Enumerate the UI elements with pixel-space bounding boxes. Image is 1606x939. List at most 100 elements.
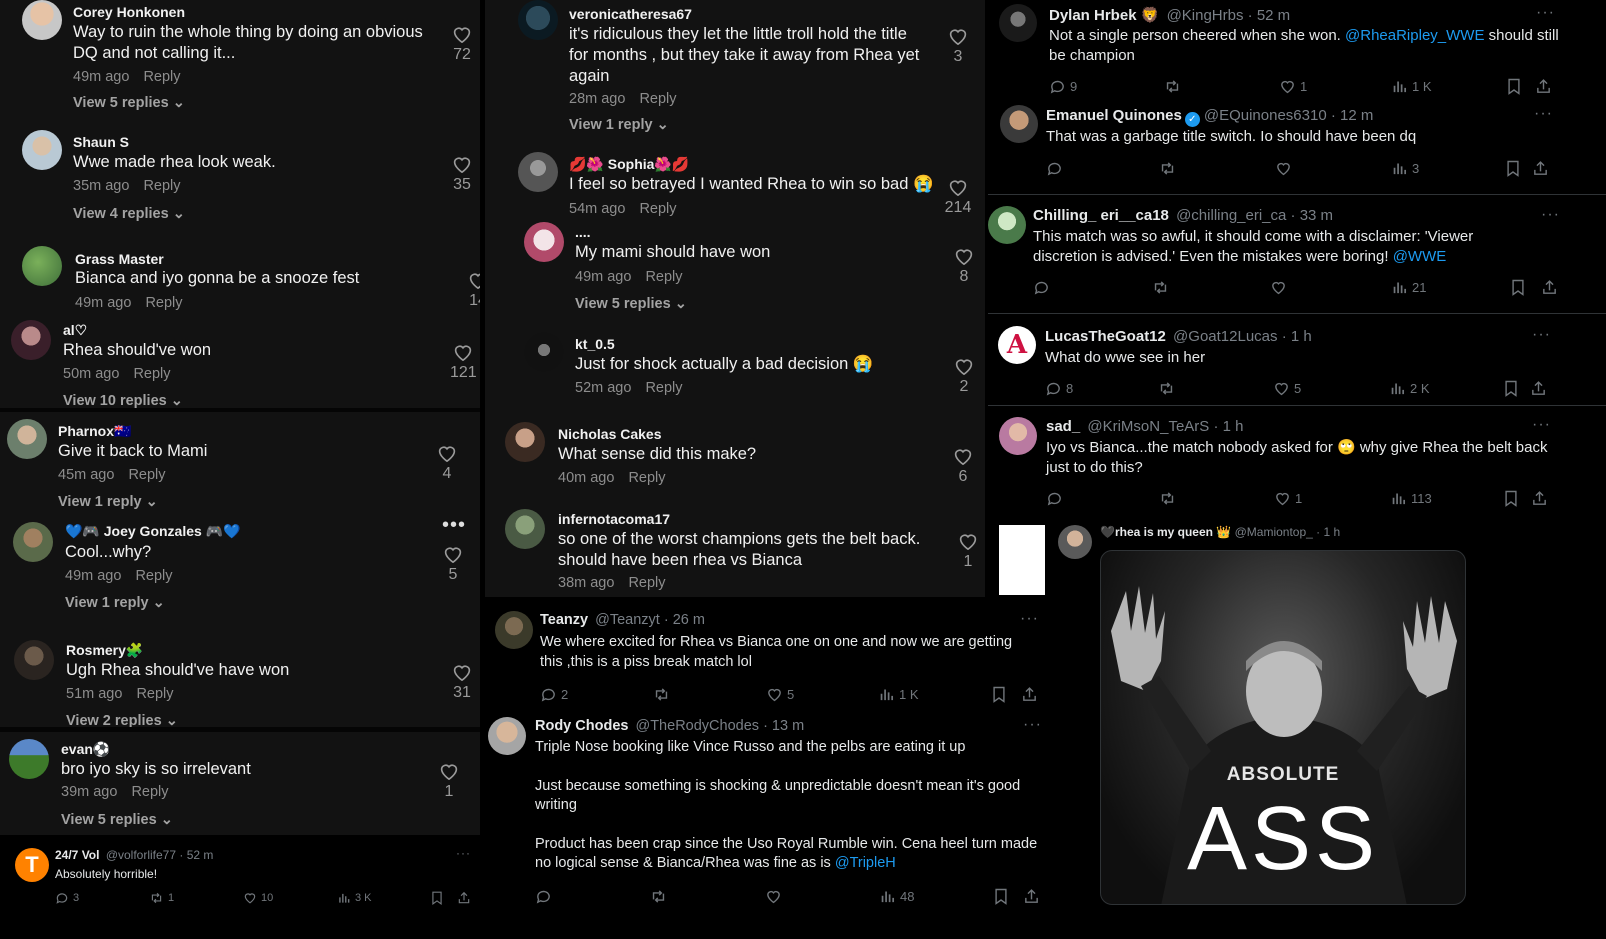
reply-link[interactable]: Reply <box>143 69 180 85</box>
retweet-button[interactable] <box>1163 78 1186 95</box>
avatar[interactable] <box>1058 525 1092 559</box>
like-button[interactable]: 31 <box>449 663 475 702</box>
avatar[interactable] <box>7 419 47 459</box>
view-replies-link[interactable]: View 1 reply ⌄ <box>58 494 158 510</box>
view-replies-link[interactable]: View 5 replies ⌄ <box>575 296 687 312</box>
avatar[interactable] <box>518 152 558 192</box>
avatar[interactable] <box>1000 105 1038 143</box>
display-name[interactable]: Chilling_ eri__ca18 <box>1033 207 1169 224</box>
reply-button[interactable] <box>1033 279 1054 296</box>
comment-author[interactable]: Shaun S <box>73 134 129 150</box>
avatar[interactable] <box>505 422 545 462</box>
display-name[interactable]: LucasTheGoat12 <box>1045 328 1166 345</box>
views-button[interactable]: 48 <box>879 888 914 905</box>
avatar[interactable] <box>22 246 62 286</box>
views-button[interactable]: 3 <box>1391 160 1419 177</box>
share-button[interactable] <box>1021 686 1038 703</box>
view-replies-link[interactable]: View 5 replies ⌄ <box>73 95 185 111</box>
like-button[interactable]: 10 <box>243 891 273 904</box>
like-button[interactable] <box>765 888 786 904</box>
reply-link[interactable]: Reply <box>639 201 676 217</box>
mention-link[interactable]: @WWE <box>1393 248 1447 265</box>
views-button[interactable]: 21 <box>1391 279 1426 296</box>
share-button[interactable] <box>457 891 471 905</box>
comment-author[interactable]: kt_0.5 <box>575 336 615 352</box>
avatar[interactable] <box>988 206 1026 244</box>
reply-button[interactable] <box>535 888 556 905</box>
bookmark-button[interactable] <box>431 891 443 905</box>
more-options-icon[interactable]: ··· <box>1532 416 1551 434</box>
like-button[interactable]: 6 <box>950 447 976 486</box>
avatar[interactable] <box>488 717 526 755</box>
share-button[interactable] <box>1023 888 1040 905</box>
like-button[interactable]: 5 <box>1273 380 1301 396</box>
avatar[interactable] <box>22 130 62 170</box>
like-button[interactable]: 4 <box>434 444 460 483</box>
bookmark-button[interactable] <box>1511 279 1525 296</box>
share-button[interactable] <box>1535 78 1552 95</box>
avatar[interactable] <box>9 739 49 779</box>
reply-button[interactable]: 9 <box>1049 78 1077 95</box>
handle[interactable]: @TheRodyChodes <box>635 718 759 734</box>
retweet-button[interactable] <box>1158 490 1181 507</box>
handle[interactable]: @Teanzyt <box>595 612 660 628</box>
view-replies-link[interactable]: View 1 reply ⌄ <box>569 117 669 133</box>
comment-author[interactable]: Nicholas Cakes <box>558 426 662 442</box>
view-replies-link[interactable]: View 1 reply ⌄ <box>65 595 165 611</box>
more-options-icon[interactable]: ··· <box>1020 610 1039 628</box>
retweet-button[interactable] <box>1158 160 1181 177</box>
handle[interactable]: @Goat12Lucas <box>1173 328 1277 345</box>
views-button[interactable]: 1 K <box>1391 78 1432 95</box>
more-options-icon[interactable]: ··· <box>1532 326 1551 344</box>
retweet-button[interactable] <box>1151 279 1174 296</box>
handle[interactable]: @volforlife77 <box>106 848 176 862</box>
reply-link[interactable]: Reply <box>136 686 173 702</box>
avatar[interactable] <box>495 611 533 649</box>
retweet-button[interactable]: 1 <box>149 891 174 905</box>
reply-link[interactable]: Reply <box>145 295 182 311</box>
reply-button[interactable]: 2 <box>540 686 568 703</box>
share-button[interactable] <box>1541 279 1558 296</box>
share-button[interactable] <box>1532 160 1549 177</box>
like-button[interactable]: 14 <box>465 271 480 310</box>
handle[interactable]: @KriMsoN_TeArS <box>1087 418 1209 435</box>
comment-author[interactable]: 💋🌺 Sophia🌺💋 <box>569 156 689 173</box>
views-button[interactable]: 2 K <box>1389 380 1430 397</box>
view-replies-link[interactable]: View 4 replies ⌄ <box>73 206 185 222</box>
timestamp[interactable]: · 1 h <box>1316 525 1340 539</box>
like-button[interactable] <box>1270 279 1291 295</box>
avatar[interactable]: T <box>15 848 49 882</box>
like-button[interactable]: 3 <box>945 27 971 66</box>
avatar[interactable] <box>14 640 54 680</box>
avatar[interactable] <box>524 332 564 372</box>
display-name[interactable]: 24/7 Vol <box>55 848 99 862</box>
reply-link[interactable]: Reply <box>639 91 676 107</box>
bookmark-button[interactable] <box>1507 78 1521 95</box>
reply-link[interactable]: Reply <box>143 178 180 194</box>
bookmark-button[interactable] <box>1506 160 1520 177</box>
display-name[interactable]: Rody Chodes <box>535 718 628 734</box>
reply-link[interactable]: Reply <box>131 784 168 800</box>
timestamp[interactable]: · 33 m <box>1291 207 1334 224</box>
comment-author[interactable]: Pharnox🇦🇺 <box>58 423 131 440</box>
view-replies-link[interactable]: View 10 replies ⌄ <box>63 393 183 409</box>
like-button[interactable]: 1 <box>1274 490 1302 506</box>
views-button[interactable]: 1 K <box>878 686 919 703</box>
display-name[interactable]: Dylan Hrbek 🦁 <box>1049 7 1159 24</box>
timestamp[interactable]: · 1 h <box>1213 418 1243 435</box>
more-options-icon[interactable]: ••• <box>442 514 466 537</box>
views-button[interactable]: 113 <box>1390 490 1432 507</box>
reply-link[interactable]: Reply <box>645 269 682 285</box>
comment-author[interactable]: 💙🎮 Joey Gonzales 🎮💙 <box>65 523 241 540</box>
like-button[interactable]: 72 <box>449 25 475 64</box>
like-button[interactable]: 8 <box>951 247 977 286</box>
share-button[interactable] <box>1531 490 1548 507</box>
share-button[interactable] <box>1530 380 1547 397</box>
comment-author[interactable]: Corey Honkonen <box>73 4 185 20</box>
bookmark-button[interactable] <box>1504 380 1518 397</box>
handle[interactable]: @chilling_eri_ca <box>1176 207 1286 224</box>
timestamp[interactable]: · 12 m <box>1331 107 1374 124</box>
comment-author[interactable]: veronicatheresa67 <box>569 6 692 22</box>
like-button[interactable]: 214 <box>944 178 972 217</box>
avatar[interactable] <box>13 522 53 562</box>
